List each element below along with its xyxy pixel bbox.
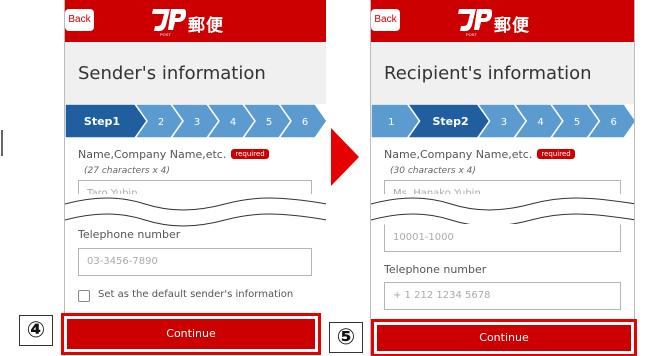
default-sender-label: Set as the default sender's information xyxy=(98,289,294,300)
continue-highlight: Continue xyxy=(371,319,637,356)
logo-small-text: POST xyxy=(160,32,171,37)
phone-input[interactable]: 03-3456-7890 xyxy=(78,248,312,276)
step-label: Step2 xyxy=(433,115,469,128)
name-label-text: Name,Company Name,etc. xyxy=(384,148,533,161)
sender-screen: Back POST 郵便局 Sender's information Step1… xyxy=(64,0,326,356)
step-marker-5: ⑤ xyxy=(329,322,363,353)
zip-input[interactable]: 10001-1000 xyxy=(384,224,621,252)
jp-post-logo: POST 郵便局 xyxy=(150,5,240,61)
step-label: 6 xyxy=(611,117,617,128)
step-marker-4: ④ xyxy=(19,315,53,346)
page-title: Recipient's information xyxy=(384,63,592,84)
continue-highlight: Continue xyxy=(61,313,321,355)
edge-tick xyxy=(1,130,3,156)
step-label: 4 xyxy=(230,117,236,128)
back-button[interactable]: Back xyxy=(65,9,94,31)
phone-label: Telephone number xyxy=(78,228,181,241)
step-label: 5 xyxy=(266,117,272,128)
recipient-screen: Back POST 郵便局 Recipient's information 1 S… xyxy=(370,0,635,356)
name-label-text: Name,Company Name,etc. xyxy=(78,148,227,161)
required-badge: required xyxy=(537,149,575,159)
page-title: Sender's information xyxy=(78,63,266,84)
app-header: Back POST 郵便局 xyxy=(65,0,326,61)
step-label: 5 xyxy=(574,117,580,128)
title-band: Recipient's information xyxy=(371,42,634,104)
right-arrow-icon xyxy=(331,128,359,186)
jp-post-logo: POST 郵便局 xyxy=(456,5,546,61)
back-button[interactable]: Back xyxy=(371,9,400,31)
step-label: 3 xyxy=(194,117,200,128)
title-band: Sender's information xyxy=(65,42,326,104)
name-hint: (27 characters x 4) xyxy=(84,166,170,176)
step-label: 3 xyxy=(501,117,507,128)
step-label: Step1 xyxy=(84,115,120,128)
continue-button[interactable]: Continue xyxy=(67,319,315,349)
step-label: 4 xyxy=(537,117,543,128)
continue-button[interactable]: Continue xyxy=(377,325,631,351)
step-label: 6 xyxy=(302,117,308,128)
required-badge: required xyxy=(231,149,269,159)
logo-small-text: POST xyxy=(466,32,477,37)
phone-label: Telephone number xyxy=(384,263,487,276)
step-progress-bar: Step1 2 3 4 5 6 xyxy=(65,104,326,138)
name-hint: (30 characters x 4) xyxy=(390,166,476,176)
step-chevrons: Step1 2 3 4 5 6 xyxy=(65,104,326,138)
step-progress-bar: 1 Step2 3 4 5 6 xyxy=(371,104,634,138)
jp-post-logo-icon: POST xyxy=(458,9,492,37)
phone-input[interactable]: + 1 212 1234 5678 xyxy=(384,282,621,310)
step-chevrons: 1 Step2 3 4 5 6 xyxy=(371,104,634,138)
step-label: 1 xyxy=(388,117,394,128)
jp-post-logo-icon: POST xyxy=(152,9,186,37)
name-label: Name,Company Name,etc. required xyxy=(384,148,575,161)
name-label: Name,Company Name,etc. required xyxy=(78,148,269,161)
default-sender-checkbox[interactable] xyxy=(78,290,90,302)
step-label: 2 xyxy=(158,117,164,128)
app-header: Back POST 郵便局 xyxy=(371,0,634,61)
